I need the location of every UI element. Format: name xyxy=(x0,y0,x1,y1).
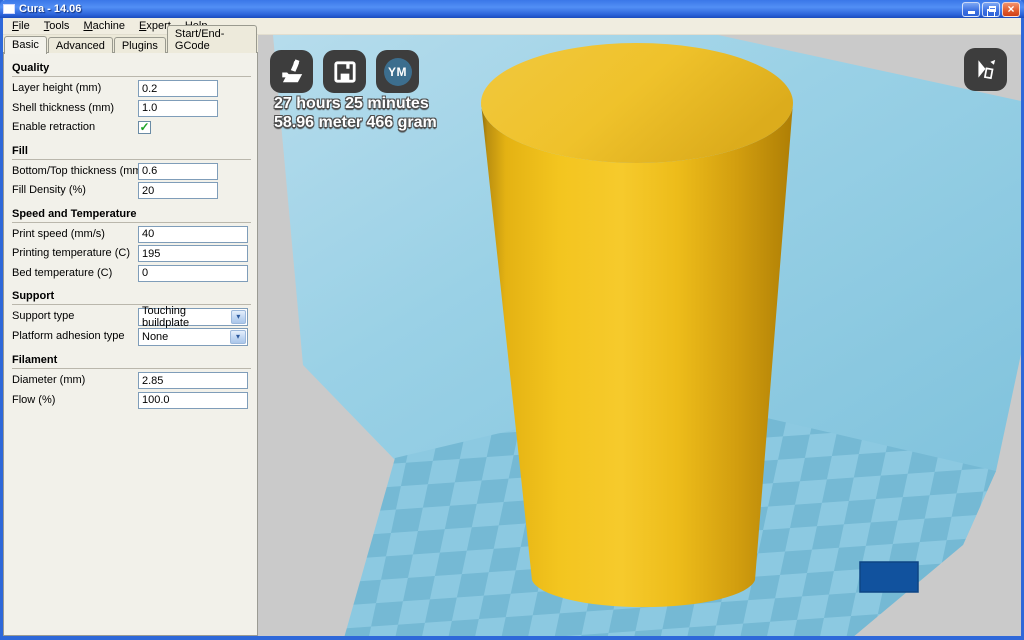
bottom-top-thickness-mm-input[interactable] xyxy=(138,162,218,180)
setting-label: Diameter (mm) xyxy=(12,374,86,386)
setting-row: Bed temperature (C) xyxy=(4,264,257,284)
platform-adhesion-type-value: None xyxy=(142,331,169,343)
share-youmagine-button[interactable]: YM xyxy=(376,50,419,93)
setting-row: Fill Density (%) xyxy=(4,181,257,201)
flow-input[interactable] xyxy=(138,391,248,409)
enable-retraction-checkbox[interactable]: ✓ xyxy=(138,121,151,134)
setting-label: Shell thickness (mm) xyxy=(12,101,115,114)
viewport-toolbar: YM xyxy=(270,50,429,93)
printing-temperature-c-input[interactable] xyxy=(138,245,248,262)
setting-label: Bed temperature (C) xyxy=(12,266,113,279)
close-icon: × xyxy=(1007,2,1015,16)
restore-button[interactable] xyxy=(982,1,1000,17)
setting-label: Layer height (mm) xyxy=(12,82,102,94)
section-title-quality: Quality xyxy=(12,59,251,77)
platform-front-marker xyxy=(859,561,919,593)
setting-label: Support type xyxy=(12,310,75,322)
save-toolpath-icon xyxy=(333,60,356,83)
setting-row: Support type Touching buildplate ▾ xyxy=(4,305,257,329)
tab-basic[interactable]: Basic xyxy=(4,36,47,54)
setting-label: Bottom/Top thickness (mm) xyxy=(12,164,146,177)
setting-row: Diameter (mm) xyxy=(4,371,257,391)
setting-label: Platform adhesion type xyxy=(12,330,125,342)
settings-column: Basic Advanced Plugins Start/End-GCode Qual… xyxy=(3,25,258,636)
menu-machine[interactable]: Machine xyxy=(76,19,132,34)
layer-height-mm-input[interactable] xyxy=(138,80,218,97)
setting-row: Bottom/Top thickness (mm) xyxy=(4,162,257,182)
setting-row: Printing temperature (C) xyxy=(4,244,257,264)
setting-label: Enable retraction xyxy=(12,121,96,133)
view-mode-button[interactable] xyxy=(964,48,1007,91)
chevron-down-icon[interactable]: ▾ xyxy=(230,310,246,324)
section-title-support: Support xyxy=(12,287,251,305)
setting-label: Print speed (mm/s) xyxy=(12,227,105,240)
section-title-fill: Fill xyxy=(12,142,251,160)
setting-row: Layer height (mm) xyxy=(4,79,257,99)
app-icon xyxy=(3,4,15,14)
support-type-value: Touching buildplate xyxy=(142,305,190,329)
print-time: 27 hours 25 minutes xyxy=(274,95,429,112)
print-speed-mm-s-input[interactable] xyxy=(138,225,248,243)
load-model-icon xyxy=(281,58,302,82)
view-mode-icon xyxy=(977,59,995,79)
viewport-3d[interactable]: YM 27 hours 25 minutes 58.96 meter 466 g… xyxy=(258,35,1021,636)
setting-label: Fill Density (%) xyxy=(12,184,86,196)
basic-settings-panel: Quality Layer height (mm) Shell thickness … xyxy=(3,52,258,636)
section-title-speed-and-temperature: Speed and Temperature xyxy=(12,205,251,223)
minimize-icon xyxy=(967,11,975,14)
diameter-mm-input[interactable] xyxy=(138,372,248,389)
setting-label: Flow (%) xyxy=(12,393,56,406)
load-model-button[interactable] xyxy=(270,50,313,93)
support-type-select[interactable]: Touching buildplate ▾ xyxy=(138,305,248,329)
setting-row: Platform adhesion type None ▾ xyxy=(4,327,257,347)
setting-row: Shell thickness (mm) xyxy=(4,99,257,119)
bed-temperature-c-input[interactable] xyxy=(138,264,248,282)
minimize-button[interactable] xyxy=(962,1,980,17)
setting-row: Flow (%) xyxy=(4,391,257,411)
print-estimate: 27 hours 25 minutes 58.96 meter 466 gram xyxy=(274,94,437,132)
menu-bar: FileToolsMachineExpertHelp xyxy=(3,18,1021,35)
model-cylinder[interactable] xyxy=(481,43,793,608)
setting-label: Printing temperature (C) xyxy=(12,247,130,259)
close-button[interactable]: × xyxy=(1002,1,1020,17)
setting-row: Enable retraction ✓ xyxy=(4,118,257,138)
menu-tools[interactable]: Tools xyxy=(37,19,77,34)
platform-adhesion-type-select[interactable]: None ▾ xyxy=(138,328,248,346)
youmagine-icon: YM xyxy=(383,57,412,86)
menu-file[interactable]: File xyxy=(5,19,37,34)
shell-thickness-mm-input[interactable] xyxy=(138,99,218,117)
setting-row: Print speed (mm/s) xyxy=(4,225,257,245)
tab-start-end-gcode[interactable]: Start/End-GCode xyxy=(166,25,257,53)
save-toolpath-button[interactable] xyxy=(323,50,366,93)
restore-icon xyxy=(986,6,996,17)
section-title-filament: Filament xyxy=(12,351,251,369)
cura-window: Cura - 14.06 × FileToolsMachineExpertHel… xyxy=(0,0,1024,640)
tab-advanced[interactable]: Advanced xyxy=(47,37,113,53)
tab-plugins[interactable]: Plugins xyxy=(113,37,166,53)
material-usage: 58.96 meter 466 gram xyxy=(274,114,437,131)
window-title: Cura - 14.06 xyxy=(19,3,82,15)
chevron-down-icon[interactable]: ▾ xyxy=(230,330,246,344)
title-bar[interactable]: Cura - 14.06 × xyxy=(0,0,1024,18)
tab-strip: Basic Advanced Plugins Start/End-GCode xyxy=(3,25,258,54)
fill-density-input[interactable] xyxy=(138,182,218,199)
